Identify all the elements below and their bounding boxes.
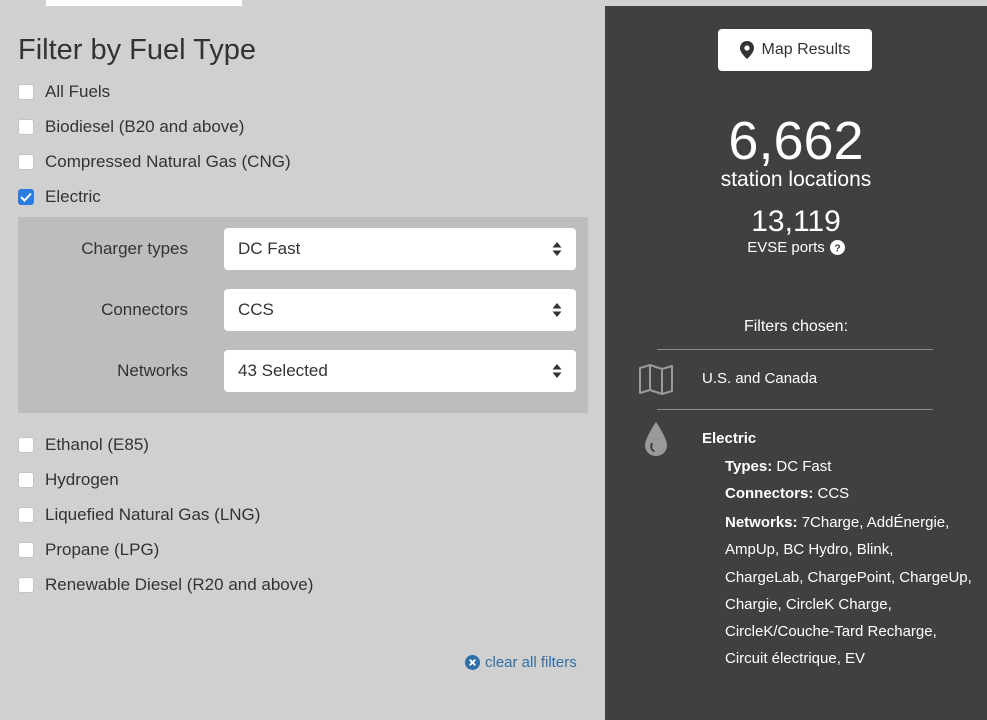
networks-line: Networks: 7Charge, AddÉnergie, AmpUp, BC… (725, 509, 975, 667)
networks-label: Networks: (725, 514, 798, 531)
connectors-label: Connectors: (725, 485, 814, 502)
clear-all-filters-text: clear all filters (485, 654, 577, 671)
networks-label: Networks (117, 361, 188, 380)
networks-value: 7Charge, AddÉnergie, AmpUp, BC Hydro, Bl… (725, 514, 972, 667)
networks-select[interactable]: 43 Selected (224, 350, 576, 392)
ports-label-row: EVSE ports ? (605, 239, 987, 256)
checkbox-hydrogen[interactable] (18, 472, 34, 488)
connectors-row: Connectors CCS (18, 289, 588, 331)
map-icon (639, 364, 673, 395)
networks-value: 43 Selected (238, 361, 328, 380)
checkbox-all-fuels[interactable] (18, 84, 34, 100)
svg-text:?: ? (834, 243, 840, 254)
fuel-option-hydrogen[interactable]: Hydrogen (18, 468, 119, 492)
ports-label: EVSE ports (747, 239, 825, 256)
clear-all-filters-link[interactable]: clear all filters (465, 654, 577, 671)
checkbox-ethanol[interactable] (18, 437, 34, 453)
fuel-option-propane[interactable]: Propane (LPG) (18, 538, 159, 562)
fuel-option-biodiesel[interactable]: Biodiesel (B20 and above) (18, 115, 244, 139)
fuel-option-all-fuels[interactable]: All Fuels (18, 80, 110, 104)
fuel-label: All Fuels (45, 82, 111, 101)
station-count: 6,662 (728, 111, 864, 171)
fuel-label: Hydrogen (45, 470, 119, 489)
charger-types-value: DC Fast (238, 239, 301, 258)
checkbox-cng[interactable] (18, 154, 34, 170)
ports-count: 13,119 (751, 205, 841, 238)
fuel-option-lng[interactable]: Liquefied Natural Gas (LNG) (18, 503, 260, 527)
fuel-label: Renewable Diesel (R20 and above) (45, 575, 314, 594)
updown-arrows-icon (552, 364, 562, 378)
electric-options-box: Charger types DC Fast Connectors CCS Net… (18, 217, 588, 413)
checkbox-biodiesel[interactable] (18, 119, 34, 135)
connectors-line: Connectors: CCS (725, 480, 975, 507)
types-label: Types: (725, 458, 773, 475)
map-results-button[interactable]: Map Results (718, 29, 872, 71)
fuel-option-ethanol[interactable]: Ethanol (E85) (18, 433, 149, 457)
help-icon[interactable]: ? (829, 240, 845, 255)
updown-arrows-icon (552, 242, 562, 256)
updown-arrows-icon (552, 303, 562, 317)
selected-fuel: Electric (702, 430, 757, 447)
map-pin-icon (739, 41, 754, 59)
results-panel: Map Results 6,662 station locations 13,1… (605, 6, 987, 720)
connectors-select[interactable]: CCS (224, 289, 576, 331)
fuel-label: Electric (45, 187, 101, 206)
checkbox-lng[interactable] (18, 507, 34, 523)
checkbox-electric[interactable] (18, 189, 34, 205)
fuel-option-electric[interactable]: Electric (18, 185, 101, 209)
region-value: U.S. and Canada (702, 370, 818, 387)
fuel-drop-icon (645, 422, 667, 456)
fuel-label: Propane (LPG) (45, 540, 160, 559)
fuel-label: Liquefied Natural Gas (LNG) (45, 505, 261, 524)
networks-row: Networks 43 Selected (18, 350, 588, 392)
station-label: station locations (720, 168, 872, 191)
types-line: Types: DC Fast (725, 453, 975, 480)
fuel-option-renewable-diesel[interactable]: Renewable Diesel (R20 and above) (18, 573, 313, 597)
filters-chosen-heading: Filters chosen: (743, 318, 849, 335)
clear-x-icon (465, 655, 480, 670)
fuel-label: Biodiesel (B20 and above) (45, 117, 245, 136)
filter-title: Filter by Fuel Type (18, 34, 257, 66)
connectors-label: Connectors (101, 300, 188, 319)
divider (657, 349, 933, 350)
connectors-value: CCS (238, 300, 274, 319)
fuel-label: Ethanol (E85) (45, 435, 149, 454)
fuel-option-cng[interactable]: Compressed Natural Gas (CNG) (18, 150, 291, 174)
check-icon (20, 192, 32, 202)
map-results-label: Map Results (761, 41, 851, 58)
checkbox-propane[interactable] (18, 542, 34, 558)
checkbox-renewable-diesel[interactable] (18, 577, 34, 593)
connectors-value: CCS (817, 485, 850, 502)
fuel-label: Compressed Natural Gas (CNG) (45, 152, 291, 171)
types-value: DC Fast (776, 458, 832, 475)
divider (657, 409, 933, 410)
charger-types-label: Charger types (81, 239, 188, 258)
filter-panel: Filter by Fuel Type All Fuels Biodiesel … (0, 6, 605, 720)
charger-types-select[interactable]: DC Fast (224, 228, 576, 270)
charger-types-row: Charger types DC Fast (18, 228, 588, 270)
